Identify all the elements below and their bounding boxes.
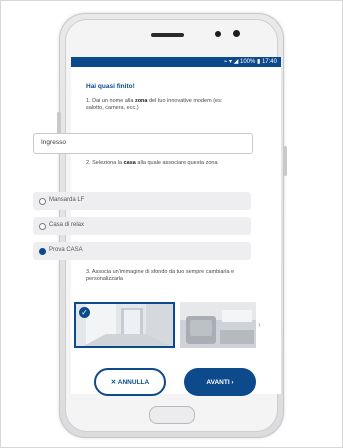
power-button [283, 146, 287, 176]
question-3: 3. Associa un'immagine di sfondo da tuo … [86, 269, 236, 283]
home-option-1[interactable]: Mansarda LF [33, 192, 251, 210]
home-option-3[interactable]: Prova CASA [33, 242, 251, 260]
background-image-hallway[interactable]: ✓ [74, 302, 175, 348]
radio-unselected-icon [39, 198, 46, 205]
question-1-bold: zona [134, 98, 148, 104]
carousel-next-icon[interactable]: › [258, 320, 261, 329]
question-1-number: 1. [86, 98, 91, 104]
zone-name-value: Ingresso [41, 139, 66, 146]
question-2-text-after: alla quale associare questa zona [137, 160, 218, 166]
background-image-livingroom[interactable] [180, 302, 256, 348]
home-option-label: Mansarda LF [49, 197, 85, 203]
home-option-label: Casa di relax [49, 222, 85, 228]
front-camera [215, 31, 221, 37]
question-3-number: 3. [86, 269, 91, 275]
question-3-text: Associa un'immagine di sfondo da tuo sem… [86, 269, 235, 282]
status-bar: ⌁ ▾ ◢ 100% ▮ 17:40 [71, 57, 281, 67]
radio-unselected-icon [39, 223, 46, 230]
cancel-button[interactable]: ✕ ANNULLA [94, 368, 166, 396]
home-option-label: Prova CASA [49, 247, 83, 253]
hallway-photo [76, 304, 173, 346]
question-2-bold: casa [123, 160, 136, 166]
livingroom-photo [180, 302, 256, 348]
question-2: 2. Seleziona la casa alla quale associar… [86, 160, 236, 167]
next-button[interactable]: AVANTI › [184, 368, 256, 396]
question-2-text-before: Seleziona la [92, 160, 123, 166]
speaker-grille [151, 33, 184, 37]
question-1-text-before: Dai un nome alla [92, 98, 134, 104]
sensor-dot [233, 30, 240, 37]
page-title: Hai quasi finito! [86, 83, 135, 90]
question-1: 1. Dai un nome alla zona del tuo innovat… [86, 98, 236, 112]
question-2-number: 2. [86, 160, 91, 166]
home-option-2[interactable]: Casa di relax [33, 217, 251, 235]
zone-name-input[interactable]: Ingresso [33, 133, 253, 154]
radio-selected-icon [39, 248, 46, 255]
selected-check-icon: ✓ [79, 307, 90, 318]
home-button [149, 406, 195, 424]
